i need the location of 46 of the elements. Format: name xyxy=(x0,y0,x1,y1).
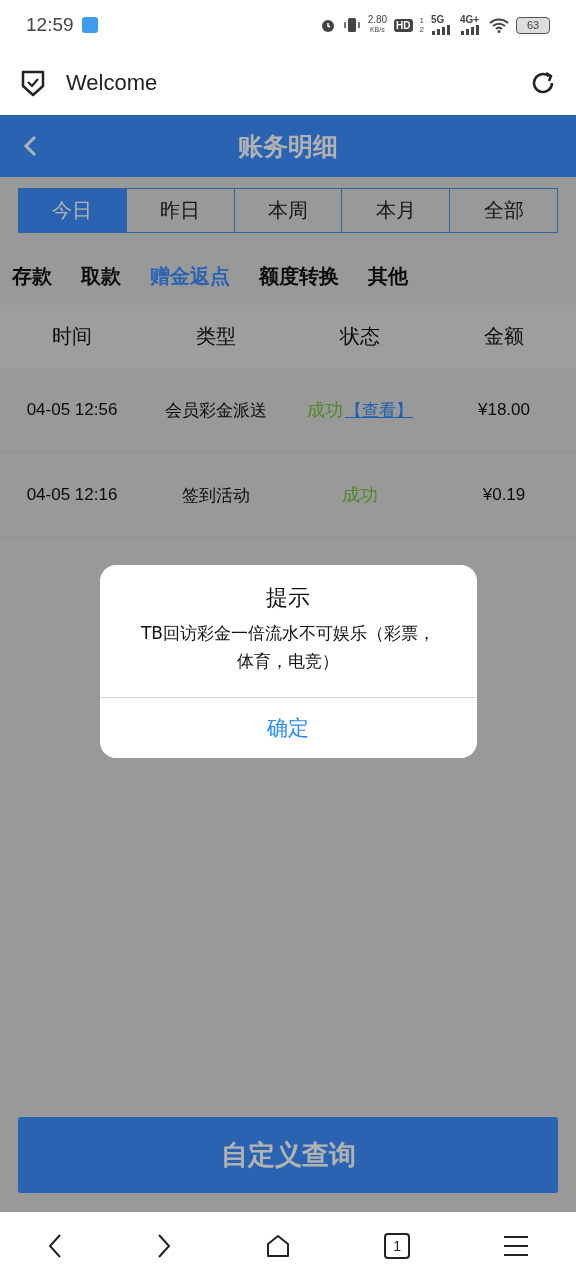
status-text: 成功 xyxy=(342,483,378,507)
status-text: 成功 xyxy=(307,398,343,422)
category-tab[interactable]: 其他 xyxy=(368,262,408,290)
category-tab[interactable]: 存款 xyxy=(12,262,52,290)
table-cell-text: ¥18.00 xyxy=(477,400,531,420)
back-icon[interactable] xyxy=(46,1233,63,1259)
sim-number: 1 xyxy=(419,16,424,25)
reload-icon[interactable] xyxy=(530,69,556,96)
confirm-button[interactable]: 确定 xyxy=(99,698,477,758)
period-tab[interactable]: 本周 xyxy=(233,189,342,232)
column-header: 类型 xyxy=(195,323,237,350)
category-tab[interactable]: 取款 xyxy=(81,262,121,290)
hd-badge: HD xyxy=(394,18,413,32)
table-cell-text: ¥0.19 xyxy=(481,485,527,505)
shield-check-icon[interactable] xyxy=(20,68,46,97)
table-cell-text: 会员彩金派送 xyxy=(164,398,268,422)
table-cell-text: 04-05 12:16 xyxy=(25,485,119,505)
vibrate-icon xyxy=(342,17,361,33)
dialog-message: TB回访彩金一倍流水不可娱乐（彩票，体育，电竞） xyxy=(139,622,436,673)
signal-icon xyxy=(431,25,453,35)
signal-icon xyxy=(460,25,482,35)
tab-count[interactable]: 1 xyxy=(384,1233,411,1259)
category-tab[interactable]: 额度转换 xyxy=(259,262,339,290)
app-notification-icon xyxy=(81,17,98,33)
column-header: 时间 xyxy=(51,323,93,350)
battery-indicator: 63 xyxy=(516,16,550,34)
network-speed: 2.80 xyxy=(367,15,388,25)
network-type: 4G+ xyxy=(460,15,480,25)
column-header: 状态 xyxy=(339,323,381,350)
forward-icon[interactable] xyxy=(155,1233,172,1259)
network-type: 5G xyxy=(431,15,445,25)
table-cell-text: 签到活动 xyxy=(181,483,251,507)
alarm-icon xyxy=(319,17,336,33)
wifi-icon xyxy=(489,17,509,33)
period-tab[interactable]: 全部 xyxy=(449,189,557,232)
header-title: 账务明细 xyxy=(237,130,339,163)
table-cell-text: 04-05 12:56 xyxy=(25,400,119,420)
page-title: Welcome xyxy=(66,69,159,96)
menu-icon[interactable] xyxy=(503,1235,530,1257)
period-tab[interactable]: 昨日 xyxy=(125,189,234,232)
dialog-title: 提示 xyxy=(266,584,310,612)
column-header: 金额 xyxy=(483,323,525,350)
period-tab[interactable]: 本月 xyxy=(341,189,450,232)
sim-number: 2 xyxy=(419,25,424,34)
home-icon[interactable] xyxy=(264,1233,291,1259)
status-time: 12:59 xyxy=(26,14,74,36)
